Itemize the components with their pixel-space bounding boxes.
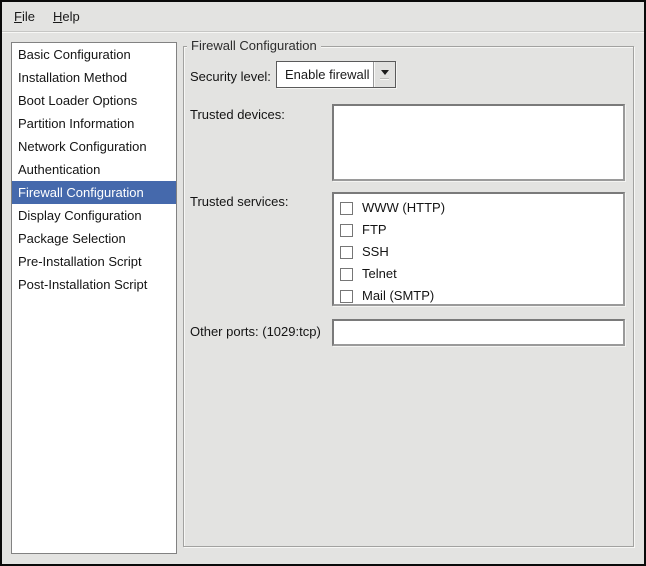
sidebar-item-pre-installation-script[interactable]: Pre-Installation Script: [12, 250, 176, 273]
arrow-ridge-glyph: [380, 78, 389, 80]
security-level-dropdown[interactable]: Enable firewall: [276, 61, 396, 88]
service-row-mail-smtp[interactable]: Mail (SMTP): [340, 285, 623, 307]
frame-title: Firewall Configuration: [187, 38, 321, 53]
service-row-ftp[interactable]: FTP: [340, 219, 623, 241]
sidebar-item-package-selection[interactable]: Package Selection: [12, 227, 176, 250]
sidebar-item-boot-loader-options[interactable]: Boot Loader Options: [12, 89, 176, 112]
checkbox-ftp[interactable]: [340, 224, 353, 237]
dropdown-arrow-icon: [373, 62, 395, 87]
sidebar-item-installation-method[interactable]: Installation Method: [12, 66, 176, 89]
trusted-services-list: WWW (HTTP) FTP SSH Telnet Mail (SMTP): [332, 192, 625, 306]
trusted-devices-label: Trusted devices:: [190, 105, 285, 125]
service-row-ssh[interactable]: SSH: [340, 241, 623, 263]
service-label: Mail (SMTP): [362, 285, 434, 307]
other-ports-label: Other ports: (1029:tcp): [190, 319, 321, 345]
sidebar-item-basic-configuration[interactable]: Basic Configuration: [12, 43, 176, 66]
service-label: Telnet: [362, 263, 397, 285]
checkbox-mail-smtp[interactable]: [340, 290, 353, 303]
arrow-down-glyph: [381, 70, 389, 75]
kickstart-configurator-window: FileHelp Basic Configuration Installatio…: [0, 0, 646, 566]
service-row-telnet[interactable]: Telnet: [340, 263, 623, 285]
security-level-value: Enable firewall: [277, 62, 373, 87]
sidebar-item-network-configuration[interactable]: Network Configuration: [12, 135, 176, 158]
checkbox-www-http[interactable]: [340, 202, 353, 215]
section-list: Basic Configuration Installation Method …: [11, 42, 177, 554]
sidebar-item-authentication[interactable]: Authentication: [12, 158, 176, 181]
service-label: SSH: [362, 241, 389, 263]
menu-file[interactable]: File: [5, 2, 44, 32]
other-ports-input[interactable]: [332, 319, 625, 346]
checkbox-ssh[interactable]: [340, 246, 353, 259]
checkbox-telnet[interactable]: [340, 268, 353, 281]
menu-help[interactable]: Help: [44, 2, 89, 32]
service-row-www-http[interactable]: WWW (HTTP): [340, 197, 623, 219]
trusted-services-label: Trusted services:: [190, 192, 289, 212]
service-label: WWW (HTTP): [362, 197, 445, 219]
sidebar-item-display-configuration[interactable]: Display Configuration: [12, 204, 176, 227]
menu-bar: FileHelp: [2, 2, 644, 32]
trusted-devices-list[interactable]: [332, 104, 625, 181]
security-level-label: Security level:: [190, 64, 271, 90]
sidebar-item-post-installation-script[interactable]: Post-Installation Script: [12, 273, 176, 296]
sidebar-item-partition-information[interactable]: Partition Information: [12, 112, 176, 135]
sidebar-item-firewall-configuration[interactable]: Firewall Configuration: [12, 181, 176, 204]
service-label: FTP: [362, 219, 387, 241]
firewall-configuration-frame: Firewall Configuration Security level: E…: [183, 46, 634, 547]
